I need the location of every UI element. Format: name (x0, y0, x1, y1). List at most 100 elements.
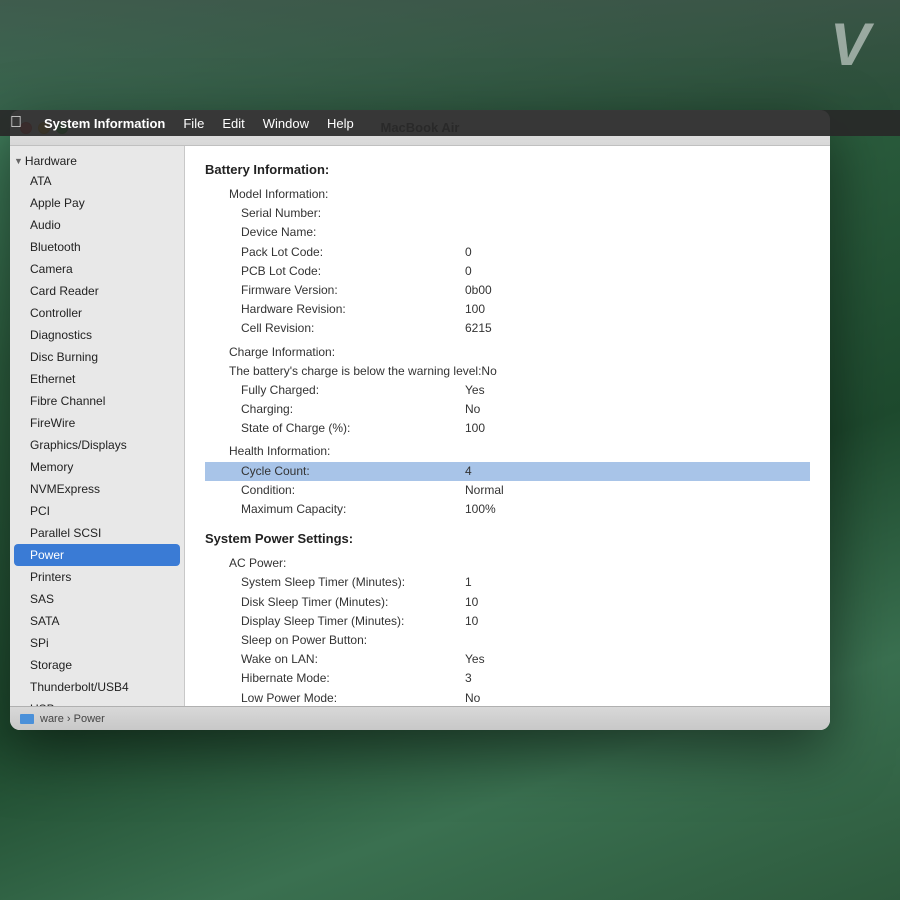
max-capacity-value: 100% (465, 500, 496, 519)
sidebar-item-graphicsdisplays[interactable]: Graphics/Displays (10, 434, 184, 456)
sidebar-item-thunderbolt[interactable]: Thunderbolt/USB4 (10, 676, 184, 698)
sidebar-item-nvmexpress[interactable]: NVMExpress (10, 478, 184, 500)
warning-level-value: No (481, 362, 496, 381)
cell-revision-row: Cell Revision: 6215 (205, 319, 810, 338)
serial-number-row: Serial Number: (205, 204, 810, 223)
sidebar-item-power[interactable]: Power (14, 544, 180, 566)
apple-menu-icon[interactable]:  (10, 114, 22, 132)
cell-revision-value: 6215 (465, 319, 492, 338)
charge-info-label: Charge Information: (205, 343, 465, 362)
status-bar-icon (20, 714, 34, 724)
ac-disk-sleep-value: 10 (465, 593, 478, 612)
health-info-header-row: Health Information: (205, 442, 810, 461)
firmware-version-value: 0b00 (465, 281, 492, 300)
sidebar-item-usb[interactable]: USB (10, 698, 184, 706)
device-name-row: Device Name: (205, 223, 810, 242)
cell-revision-label: Cell Revision: (205, 319, 465, 338)
ac-power-label: AC Power: (205, 554, 465, 573)
battery-info-header: Battery Information: (205, 162, 810, 177)
fully-charged-label: Fully Charged: (205, 381, 465, 400)
ac-disk-sleep-row: Disk Sleep Timer (Minutes): 10 (205, 593, 810, 612)
health-info-label: Health Information: (205, 442, 465, 461)
hardware-revision-label: Hardware Revision: (205, 300, 465, 319)
max-capacity-label: Maximum Capacity: (205, 500, 465, 519)
menu-bar:  System Information File Edit Window He… (0, 110, 900, 136)
model-info-group: Model Information: Serial Number: Device… (205, 185, 810, 339)
state-of-charge-label: State of Charge (%): (205, 419, 465, 438)
sidebar-item-camera[interactable]: Camera (10, 258, 184, 280)
hardware-revision-row: Hardware Revision: 100 (205, 300, 810, 319)
power-settings-header: System Power Settings: (205, 531, 810, 546)
logo-decoration: V (830, 10, 870, 79)
ac-disk-sleep-label: Disk Sleep Timer (Minutes): (205, 593, 465, 612)
sidebar-item-cardreader[interactable]: Card Reader (10, 280, 184, 302)
ac-system-sleep-row: System Sleep Timer (Minutes): 1 (205, 573, 810, 592)
menu-file[interactable]: File (183, 116, 204, 131)
sidebar-item-sas[interactable]: SAS (10, 588, 184, 610)
ac-system-sleep-value: 1 (465, 573, 472, 592)
fully-charged-row: Fully Charged: Yes (205, 381, 810, 400)
sidebar-item-ata[interactable]: ATA (10, 170, 184, 192)
charge-info-header-row: Charge Information: (205, 343, 810, 362)
sidebar-item-bluetooth[interactable]: Bluetooth (10, 236, 184, 258)
pack-lot-value: 0 (465, 243, 472, 262)
sidebar-item-diagnostics[interactable]: Diagnostics (10, 324, 184, 346)
status-bar-breadcrumb: ware › Power (40, 713, 105, 725)
ac-display-sleep-label: Display Sleep Timer (Minutes): (205, 612, 465, 631)
ac-wake-lan-label: Wake on LAN: (205, 650, 465, 669)
sidebar-item-ethernet[interactable]: Ethernet (10, 368, 184, 390)
sidebar-section-hardware[interactable]: ▼ Hardware (10, 152, 184, 170)
condition-label: Condition: (205, 481, 465, 500)
status-bar: ware › Power (10, 706, 830, 730)
state-of-charge-value: 100 (465, 419, 485, 438)
ac-low-power-value: No (465, 689, 480, 707)
ac-hibernate-value: 3 (465, 669, 472, 688)
sidebar-item-memory[interactable]: Memory (10, 456, 184, 478)
cycle-count-value: 4 (465, 462, 472, 481)
menu-edit[interactable]: Edit (222, 116, 244, 131)
ac-display-sleep-value: 10 (465, 612, 478, 631)
sidebar-item-applepay[interactable]: Apple Pay (10, 192, 184, 214)
sidebar[interactable]: ▼ Hardware ATA Apple Pay Audio Bluetooth… (10, 146, 185, 706)
sidebar-item-controller[interactable]: Controller (10, 302, 184, 324)
ac-system-sleep-label: System Sleep Timer (Minutes): (205, 573, 465, 592)
charge-info-group: Charge Information: The battery's charge… (205, 343, 810, 439)
device-name-label: Device Name: (205, 223, 465, 242)
menu-window[interactable]: Window (263, 116, 309, 131)
ac-sleep-power-button-label: Sleep on Power Button: (205, 631, 465, 650)
sidebar-item-pci[interactable]: PCI (10, 500, 184, 522)
ac-sleep-power-button-row: Sleep on Power Button: (205, 631, 810, 650)
charging-row: Charging: No (205, 400, 810, 419)
pack-lot-row: Pack Lot Code: 0 (205, 243, 810, 262)
ac-wake-lan-value: Yes (465, 650, 485, 669)
ac-hibernate-row: Hibernate Mode: 3 (205, 669, 810, 688)
menu-help[interactable]: Help (327, 116, 354, 131)
warning-level-row: The battery's charge is below the warnin… (205, 362, 810, 381)
ac-power-group: AC Power: System Sleep Timer (Minutes): … (205, 554, 810, 706)
charging-value: No (465, 400, 480, 419)
cycle-count-label: Cycle Count: (205, 462, 465, 481)
health-info-group: Health Information: Cycle Count: 4 Condi… (205, 442, 810, 519)
sidebar-item-discburning[interactable]: Disc Burning (10, 346, 184, 368)
max-capacity-row: Maximum Capacity: 100% (205, 500, 810, 519)
sidebar-item-parallelscsi[interactable]: Parallel SCSI (10, 522, 184, 544)
menu-system-information[interactable]: System Information (44, 116, 165, 131)
top-decoration (0, 0, 900, 110)
hardware-arrow-icon: ▼ (14, 156, 23, 166)
sidebar-item-storage[interactable]: Storage (10, 654, 184, 676)
pcb-lot-label: PCB Lot Code: (205, 262, 465, 281)
sidebar-item-sata[interactable]: SATA (10, 610, 184, 632)
ac-low-power-row: Low Power Mode: No (205, 689, 810, 707)
cycle-count-row[interactable]: Cycle Count: 4 (205, 462, 810, 481)
ac-hibernate-label: Hibernate Mode: (205, 669, 465, 688)
condition-row: Condition: Normal (205, 481, 810, 500)
model-info-label: Model Information: (205, 185, 465, 204)
sidebar-item-firewire[interactable]: FireWire (10, 412, 184, 434)
sidebar-item-fibrechannel[interactable]: Fibre Channel (10, 390, 184, 412)
hardware-label: Hardware (25, 154, 77, 168)
sidebar-item-spi[interactable]: SPi (10, 632, 184, 654)
pcb-lot-value: 0 (465, 262, 472, 281)
sidebar-item-printers[interactable]: Printers (10, 566, 184, 588)
ac-power-header-row: AC Power: (205, 554, 810, 573)
sidebar-item-audio[interactable]: Audio (10, 214, 184, 236)
